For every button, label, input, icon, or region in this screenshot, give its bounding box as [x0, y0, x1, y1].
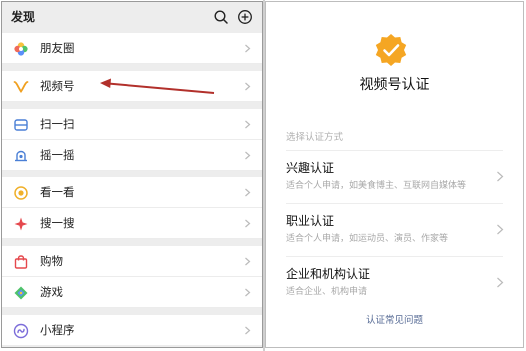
faq-link[interactable]: 认证常见问题 — [266, 315, 523, 327]
menu-item-label: 朋友圈 — [40, 41, 75, 55]
chevron-right-icon — [245, 82, 251, 91]
search-icon[interactable] — [213, 9, 229, 25]
menu-item-search[interactable]: 搜一搜 — [2, 208, 262, 239]
page-title: 发现 — [11, 10, 36, 24]
option-description: 适合个人申请，如美食博主、互联网自媒体等 — [286, 181, 467, 191]
chevron-right-icon — [497, 171, 504, 182]
option-title: 企业和机构认证 — [286, 267, 371, 281]
option-description: 适合企业、机构申请 — [286, 287, 368, 297]
verified-badge-icon — [375, 34, 407, 66]
top-stories-icon — [14, 186, 28, 200]
option-title: 职业认证 — [286, 214, 335, 228]
menu-item-top-stories[interactable]: 看一看 — [2, 177, 262, 208]
chevron-right-icon — [245, 257, 251, 266]
menu-item-label: 购物 — [40, 254, 63, 268]
chevron-right-icon — [245, 219, 251, 228]
choose-method-label: 选择认证方式 — [286, 132, 344, 143]
divider — [286, 256, 503, 257]
discover-header: 发现 — [2, 2, 262, 32]
add-circle-icon[interactable] — [237, 9, 253, 25]
chevron-right-icon — [497, 277, 504, 288]
menu-item-games[interactable]: 游戏 — [2, 277, 262, 308]
chevron-right-icon — [245, 188, 251, 197]
discover-panel: 发现 朋友圈 视频号 扫一扫 摇一摇 看一看 搜一搜 购物 游戏 小程序 — [1, 1, 263, 348]
shopping-bag-icon — [14, 255, 28, 269]
scan-icon — [14, 119, 28, 131]
menu-item-moments[interactable]: 朋友圈 — [2, 33, 262, 64]
screenshot: 发现 朋友圈 视频号 扫一扫 摇一摇 看一看 搜一搜 购物 游戏 小程序 视频号… — [0, 0, 526, 351]
chevron-right-icon — [245, 44, 251, 53]
option-title: 兴趣认证 — [286, 161, 335, 175]
option-interest-verification[interactable]: 兴趣认证 适合个人申请，如美食博主、互联网自媒体等 — [266, 155, 523, 201]
shake-icon — [15, 150, 27, 162]
option-professional-verification[interactable]: 职业认证 适合个人申请，如运动员、演员、作家等 — [266, 208, 523, 254]
divider — [286, 203, 503, 204]
mini-programs-icon — [13, 323, 29, 339]
divider — [286, 150, 503, 151]
menu-item-label: 摇一摇 — [40, 148, 75, 162]
chevron-right-icon — [245, 326, 251, 335]
verification-title: 视频号认证 — [359, 77, 430, 93]
verification-panel: 视频号认证 选择认证方式 兴趣认证 适合个人申请，如美食博主、互联网自媒体等 职… — [265, 1, 524, 348]
search-star-icon — [14, 217, 28, 231]
option-enterprise-verification[interactable]: 企业和机构认证 适合企业、机构申请 — [266, 261, 523, 307]
menu-item-label: 游戏 — [40, 285, 63, 299]
menu-item-shake[interactable]: 摇一摇 — [2, 140, 262, 171]
menu-item-scan[interactable]: 扫一扫 — [2, 109, 262, 140]
channels-icon — [13, 81, 29, 94]
annotation-arrow — [100, 78, 215, 94]
chevron-right-icon — [497, 224, 504, 235]
option-description: 适合个人申请，如运动员、演员、作家等 — [286, 234, 449, 244]
moments-icon — [14, 42, 28, 56]
menu-item-label: 搜一搜 — [40, 216, 75, 230]
chevron-right-icon — [245, 288, 251, 297]
menu-item-label: 扫一扫 — [40, 117, 75, 131]
menu-item-label: 小程序 — [40, 323, 75, 337]
game-icon — [14, 286, 28, 300]
chevron-right-icon — [245, 120, 251, 129]
menu-item-label: 视频号 — [40, 79, 75, 93]
chevron-right-icon — [245, 151, 251, 160]
menu-item-mini-programs[interactable]: 小程序 — [2, 315, 262, 346]
menu-item-shopping[interactable]: 购物 — [2, 246, 262, 277]
menu-item-label: 看一看 — [40, 185, 75, 199]
